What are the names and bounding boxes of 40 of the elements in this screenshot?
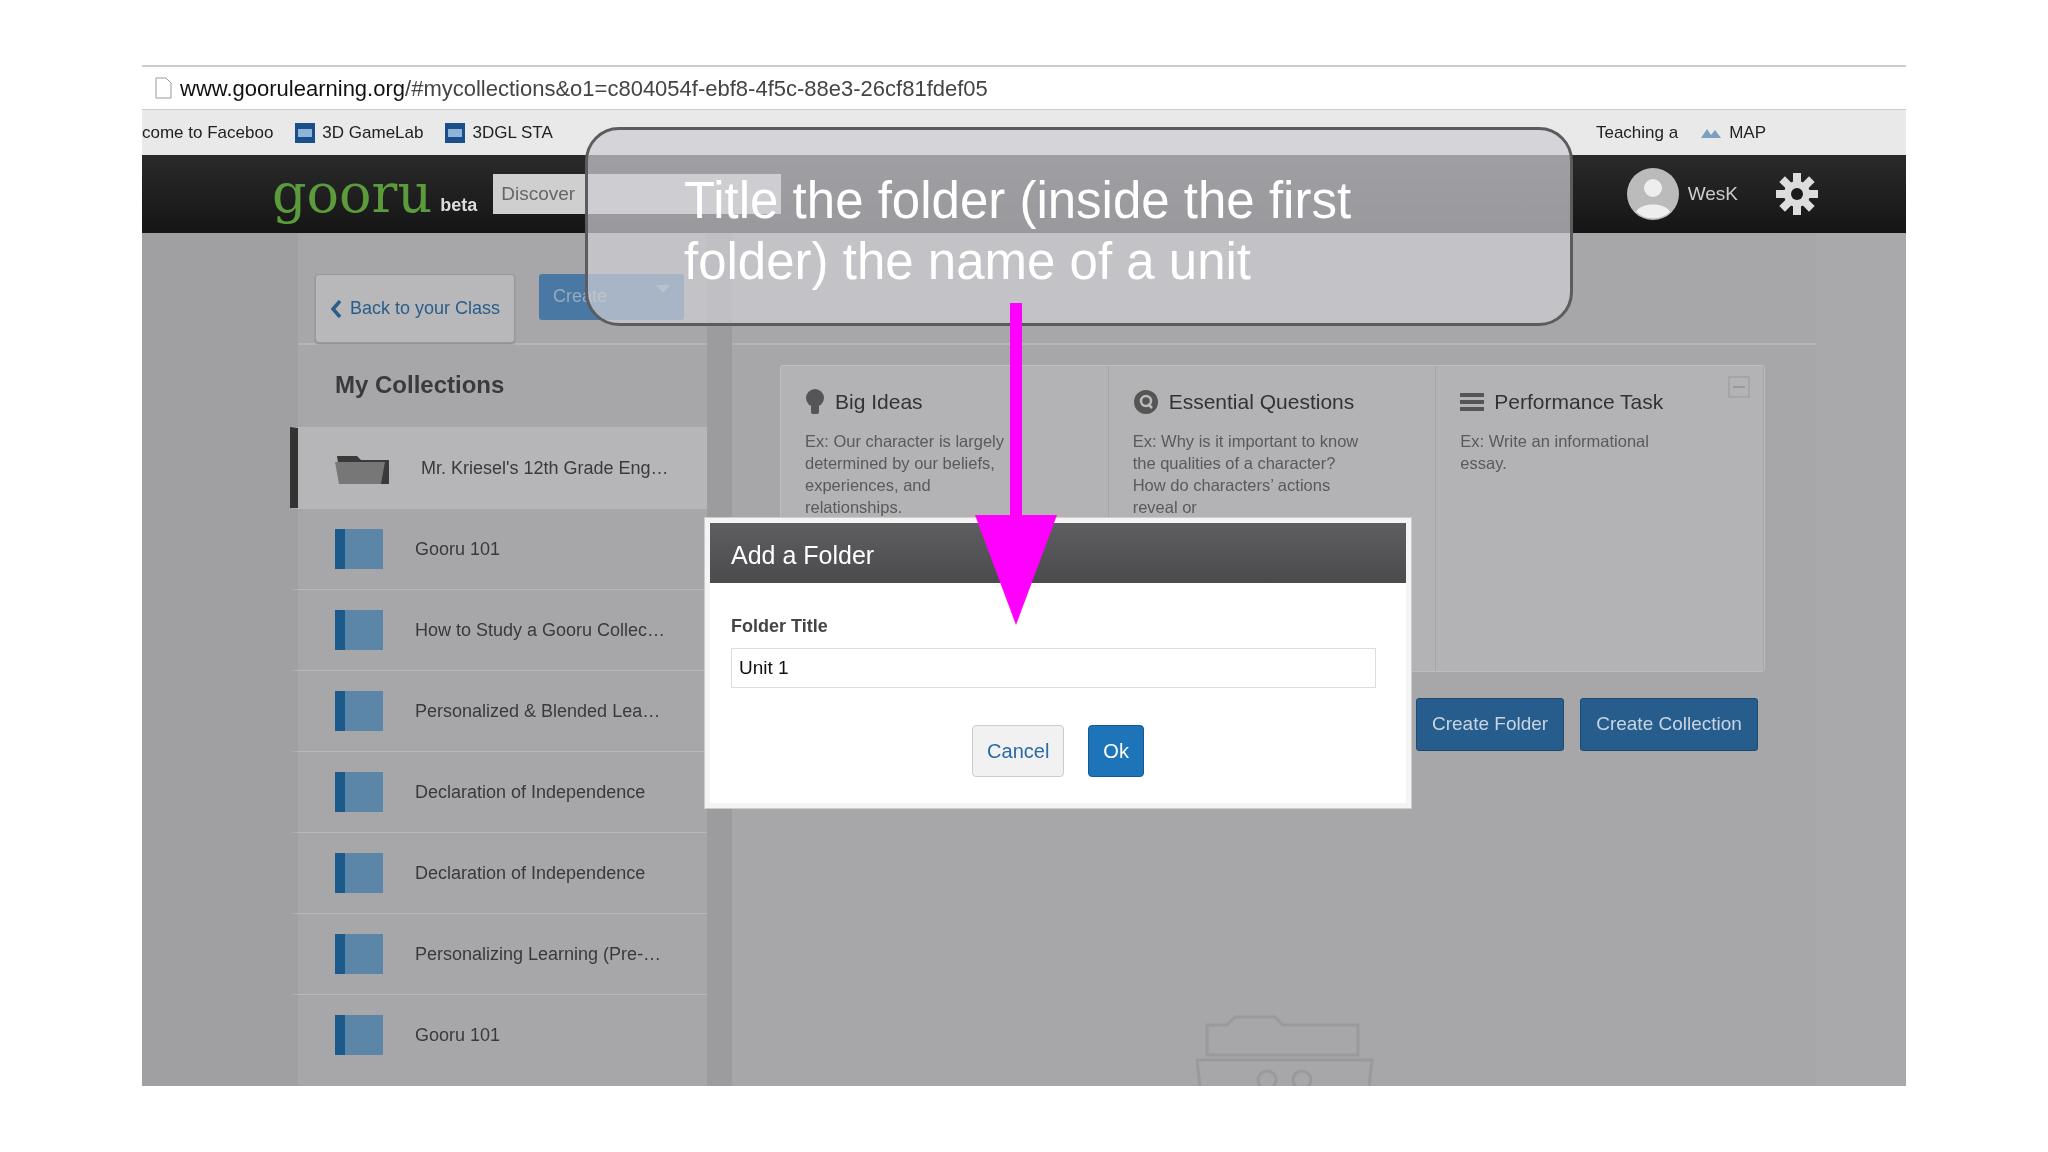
gl-icon xyxy=(445,122,466,143)
lightbulb-icon xyxy=(805,388,825,415)
chevron-left-icon xyxy=(330,299,342,318)
example-text: Ex: Our character is largely determined by our beliefs, experiences, and relationships. xyxy=(805,430,1005,518)
bookmark-link[interactable]: 3D GameLab xyxy=(322,119,424,146)
column-heading: Performance Task xyxy=(1494,389,1664,415)
collection-icon xyxy=(335,772,383,812)
bookmark-link[interactable]: Teaching a xyxy=(1595,119,1679,146)
example-text: Ex: Write an informational essay. xyxy=(1460,430,1650,474)
column-heading: Big Ideas xyxy=(835,389,923,415)
field-label: Folder Title xyxy=(731,615,829,638)
bookmark-link[interactable]: come to Faceboo xyxy=(142,119,274,146)
cancel-button[interactable]: Cancel xyxy=(972,725,1065,777)
collection-icon xyxy=(335,853,383,893)
settings-icon[interactable] xyxy=(1774,171,1820,217)
list-icon xyxy=(1460,391,1485,412)
question-icon xyxy=(1132,388,1159,415)
collection-icon xyxy=(335,934,383,974)
dialog-title: Add a Folder xyxy=(710,523,1406,583)
collection-icon xyxy=(335,691,383,731)
gl-icon xyxy=(295,122,316,143)
input-field[interactable]: Unit 1 xyxy=(731,648,1376,688)
bookmark-link[interactable]: MAP xyxy=(1729,119,1766,146)
page-icon xyxy=(154,77,172,99)
collection-icon xyxy=(335,610,383,650)
ok-button[interactable]: Ok xyxy=(1088,725,1144,777)
bookmark-link[interactable]: 3DGL STA xyxy=(472,119,553,146)
collection-icon xyxy=(335,1015,383,1055)
avatar-icon[interactable] xyxy=(1625,167,1680,221)
callout-text: Title the folder (inside the first folder) the name of a unit xyxy=(684,171,1353,292)
user-name[interactable]: WesK xyxy=(1687,179,1738,209)
create-button[interactable]: Create Collection xyxy=(1580,698,1758,751)
sidebar-item[interactable]: Mr. Kriesel's 12th Grade Eng… xyxy=(290,427,707,508)
beta-label: beta xyxy=(440,193,478,217)
column-heading: Essential Questions xyxy=(1168,389,1355,415)
create-button[interactable]: Create Folder xyxy=(1416,698,1565,751)
sidebar-title: My Collections xyxy=(334,370,506,400)
example-text: Ex: Why is it important to know the qualities of a character? How do characters’ actions reveal or xyxy=(1132,430,1360,518)
collection-icon xyxy=(335,529,383,569)
back-button[interactable]: Back to your Class xyxy=(315,274,516,343)
